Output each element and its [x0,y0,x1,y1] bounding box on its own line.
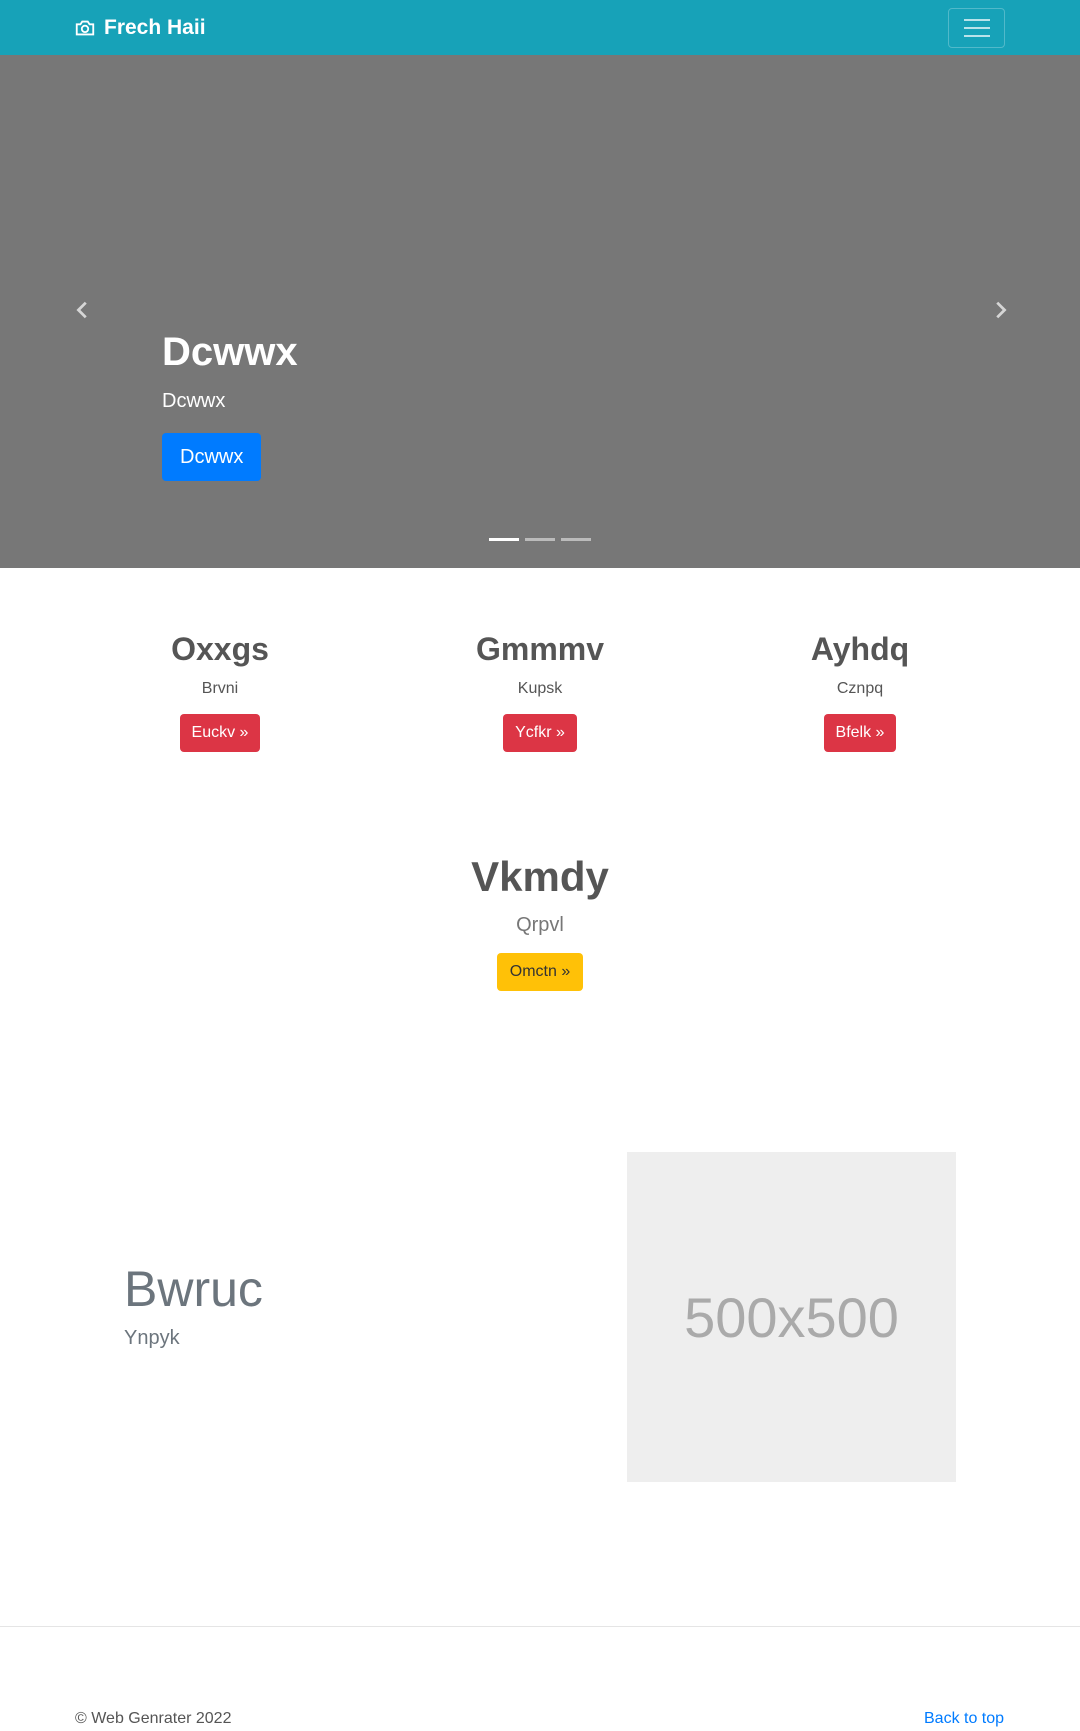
center-text: Qrpvl [516,914,564,937]
hero-carousel: Dcwwx Dcwwx Dcwwx [0,55,1080,568]
center-title: Vkmdy [471,853,609,900]
column-title: Ayhdq [810,631,910,667]
column-button[interactable]: Ycfkr » [503,714,577,753]
footer-divider [0,1626,1080,1627]
column-title: Gmmmv [475,631,605,667]
column-text: Brvni [201,680,239,698]
carousel-indicator-1[interactable] [489,538,519,541]
column-text: Cznpq [836,680,884,698]
hamburger-icon-line [963,27,990,29]
column-text: Kupsk [517,680,563,698]
brand-name: Frech Haii [104,15,206,39]
back-to-top-link[interactable]: Back to top [924,1710,1004,1728]
navbar-toggler-button[interactable] [948,8,1005,48]
carousel-prev-button[interactable] [68,295,98,325]
column-button[interactable]: Bfelk » [823,714,897,753]
chevron-left-icon [76,301,87,319]
placeholder-label: 500x500 [684,1285,899,1349]
hamburger-icon-line [963,35,990,37]
column-2: Gmmmv Kupsk Ycfkr » [380,630,700,753]
carousel-subtitle: Dcwwx [162,390,226,412]
carousel-indicator-3[interactable] [561,538,591,541]
feature-text: Bwruc Ynpyk [124,1262,263,1350]
placeholder-image: 500x500 [627,1152,956,1482]
carousel-caption: Dcwwx Dcwwx Dcwwx [162,328,298,481]
column-title: Oxxgs [171,631,269,667]
brand-link[interactable]: Frech Haii [74,0,206,55]
hamburger-icon-line [963,19,990,21]
column-1: Oxxgs Brvni Euckv » [60,630,380,753]
navbar: Frech Haii [0,0,1080,55]
center-feature: Vkmdy Qrpvl Omctn » [340,852,740,992]
center-button[interactable]: Omctn » [496,953,584,992]
carousel-indicators [489,538,591,541]
chevron-right-icon [996,301,1007,319]
feature-heading: Bwruc [124,1261,263,1317]
carousel-cta-button[interactable]: Dcwwx [162,433,262,481]
carousel-title: Dcwwx [162,330,298,374]
column-button[interactable]: Euckv » [179,714,261,753]
column-3: Ayhdq Cznpq Bfelk » [700,630,1020,753]
feature-subtext: Ynpyk [124,1327,180,1349]
carousel-indicator-2[interactable] [525,538,555,541]
carousel-next-button[interactable] [985,295,1015,325]
camera-icon [75,20,95,35]
footer-copyright: © Web Genrater 2022 [75,1710,232,1727]
